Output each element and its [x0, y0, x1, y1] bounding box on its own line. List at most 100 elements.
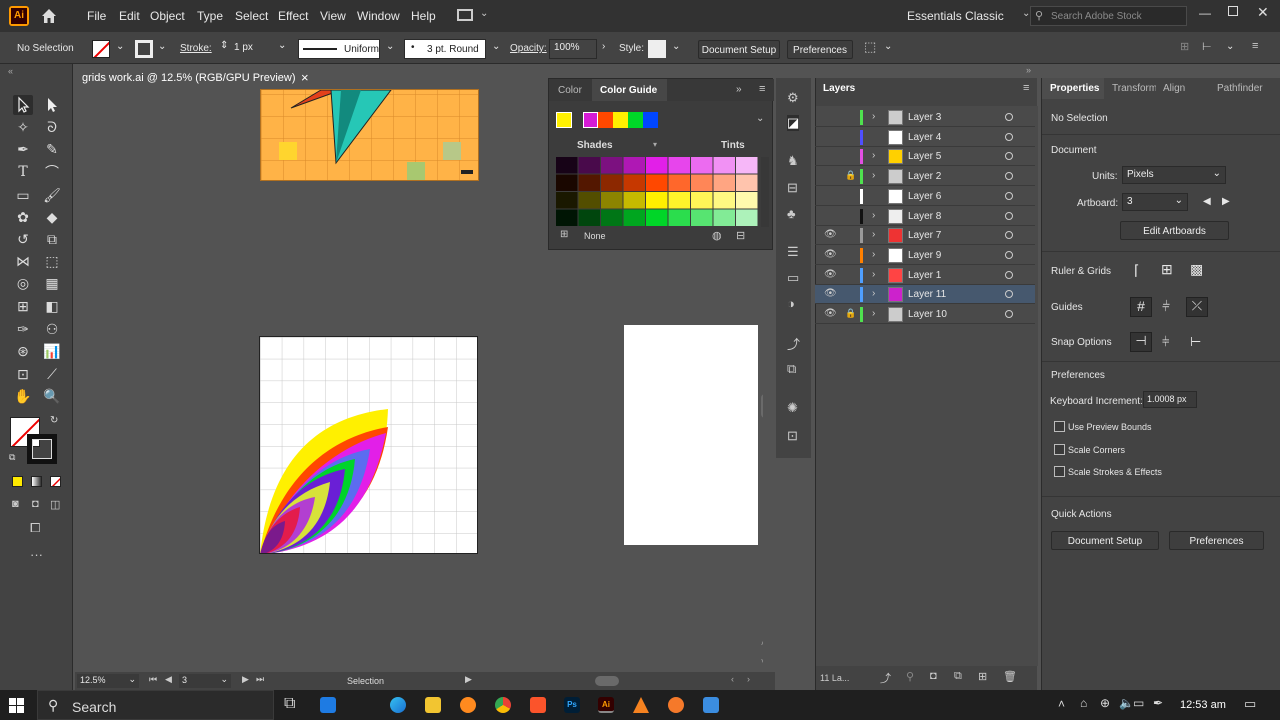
workspace-switcher[interactable]: Essentials Classic	[907, 9, 1004, 23]
line-tool-icon[interactable]: ⌒	[42, 162, 62, 182]
layer-row[interactable]: Layer 6	[815, 187, 1035, 206]
variation-swatch[interactable]	[601, 157, 623, 174]
artboard-orange-grid[interactable]	[260, 89, 479, 181]
keyboard-increment-field[interactable]: 1.0008 px	[1143, 391, 1197, 408]
target-circle-icon[interactable]	[1005, 231, 1013, 240]
libraries-icon[interactable]: ⊟	[787, 180, 798, 196]
close-tab-icon[interactable]: ×	[301, 70, 309, 85]
chevron-down-icon[interactable]: ⌄	[386, 41, 394, 52]
vlc-icon[interactable]	[633, 697, 649, 713]
document-setup-button-2[interactable]: Document Setup	[1051, 531, 1159, 550]
target-circle-icon[interactable]	[1005, 250, 1013, 259]
color-mode-button[interactable]	[12, 476, 23, 487]
column-graph-tool-icon[interactable]: 📊	[42, 341, 62, 361]
artboard-blank[interactable]	[624, 325, 758, 545]
last-artboard-icon[interactable]: ⏭	[256, 674, 264, 685]
transparency-icon[interactable]: ◑	[787, 296, 795, 311]
vertical-scrollbar-thumb[interactable]	[761, 394, 763, 418]
expand-chevron-icon[interactable]: ›	[872, 111, 875, 122]
draw-behind-icon[interactable]: ◘	[32, 498, 39, 510]
expand-chevron-icon[interactable]: ›	[872, 170, 875, 181]
edit-colors-icon[interactable]: ◍	[712, 229, 722, 242]
variation-swatch[interactable]	[578, 209, 601, 227]
hand-tool-icon[interactable]: ✋	[13, 386, 33, 406]
brave-icon[interactable]	[530, 697, 546, 713]
clock[interactable]: 12:53 am	[1180, 699, 1226, 711]
close-button[interactable]: ✕	[1257, 4, 1269, 21]
show-guides-button[interactable]: #	[1130, 297, 1152, 317]
home-icon[interactable]	[40, 7, 58, 25]
prev-artboard-icon[interactable]: ◀	[165, 674, 172, 685]
chevron-down-icon[interactable]: ⌄	[1226, 41, 1234, 52]
gradient-tool-icon[interactable]: ◧	[42, 296, 62, 316]
artboard-nav-field[interactable]: 3 ⌄	[179, 674, 231, 688]
status-menu-icon[interactable]: ▶	[465, 674, 472, 685]
panel-menu-icon[interactable]: ≡	[1252, 40, 1258, 52]
scroll-right-icon[interactable]: ›	[747, 674, 750, 684]
expand-chevron-icon[interactable]: ›	[872, 229, 875, 240]
direct-selection-tool-icon[interactable]	[42, 95, 62, 115]
width-tool-icon[interactable]: ⋈	[13, 251, 33, 271]
variation-swatch[interactable]	[668, 174, 691, 192]
chevron-down-icon[interactable]: ⌄	[158, 41, 166, 52]
free-transform-tool-icon[interactable]: ⬚	[42, 251, 62, 271]
swap-fill-stroke-icon[interactable]: ↻	[50, 415, 58, 426]
none-label[interactable]: None	[584, 231, 606, 241]
collapse-arrows-icon[interactable]: «	[8, 66, 13, 76]
arrange-documents-icon[interactable]	[457, 9, 473, 21]
variation-swatch[interactable]	[556, 209, 578, 227]
snap-glyph-icon[interactable]: ⊢	[1190, 334, 1201, 350]
layer-row[interactable]: 👁 › Layer 9	[815, 246, 1035, 265]
preferences-button[interactable]: Preferences	[787, 40, 853, 59]
variation-swatch[interactable]	[578, 174, 601, 192]
perspective-grid-tool-icon[interactable]: ▦	[42, 273, 62, 293]
stroke-weight-field[interactable]: ⇕ 1 px ⌄	[218, 39, 290, 58]
zoom-tool-icon[interactable]: 🔍	[42, 386, 62, 406]
previous-artboard-icon[interactable]: ◀	[1203, 196, 1211, 207]
tab-align[interactable]: Align	[1163, 83, 1185, 94]
battery-icon[interactable]: ▭	[1133, 696, 1144, 710]
variation-swatch[interactable]	[736, 174, 758, 192]
variation-swatch[interactable]	[646, 157, 668, 174]
grid-icon[interactable]: ⊞	[560, 229, 568, 240]
symbol-sprayer-tool-icon[interactable]: ⊛	[13, 341, 33, 361]
zoom-field[interactable]: 12.5% ⌄	[77, 674, 139, 688]
expand-chevron-icon[interactable]: ›	[872, 269, 875, 280]
new-layer-icon[interactable]: ⊞	[978, 670, 987, 683]
lock-icon[interactable]: 🔒	[845, 170, 856, 181]
default-fill-stroke-icon[interactable]: ⧉	[9, 452, 15, 463]
snap-pixel-icon[interactable]: ⫩	[1162, 334, 1169, 350]
brushes-icon[interactable]: ♣	[787, 206, 796, 221]
widgets-icon[interactable]	[320, 697, 336, 713]
edit-artboards-button[interactable]: Edit Artboards	[1120, 221, 1229, 240]
magic-wand-tool-icon[interactable]: ✧	[13, 117, 33, 137]
export-icon[interactable]: ⤴	[787, 334, 800, 353]
collect-export-icon[interactable]: ⤴	[880, 670, 891, 686]
layer-row[interactable]: 👁 › Layer 11	[815, 285, 1035, 305]
menu-effect[interactable]: Effect	[278, 9, 308, 23]
save-group-icon[interactable]: ⊟	[736, 229, 745, 242]
expand-chevron-icon[interactable]: ›	[872, 210, 875, 221]
clipping-mask-icon[interactable]: ◘	[930, 670, 937, 682]
chevron-down-icon[interactable]: ⌄	[672, 41, 680, 52]
layers-panel-title[interactable]: Layers	[823, 83, 855, 94]
use-preview-bounds-checkbox[interactable]	[1054, 421, 1065, 432]
stroke-panel-icon[interactable]: ☰	[787, 244, 799, 260]
scale-strokes-checkbox[interactable]	[1054, 466, 1065, 477]
tab-color[interactable]: Color	[558, 85, 582, 96]
variation-swatch[interactable]	[623, 209, 646, 227]
pen-icon[interactable]: ✒	[1153, 696, 1163, 710]
chrome-icon[interactable]	[495, 697, 511, 713]
target-circle-icon[interactable]	[1005, 211, 1013, 220]
search-stock-field[interactable]: ⚲ Search Adobe Stock	[1030, 6, 1187, 26]
maximize-button[interactable]	[1228, 6, 1238, 16]
eraser-tool-icon[interactable]: ◆	[42, 207, 62, 227]
target-circle-icon[interactable]	[1005, 290, 1013, 299]
photos-icon[interactable]	[703, 697, 719, 713]
color-theme-icon[interactable]: ✺	[787, 400, 798, 416]
type-tool-icon[interactable]: T	[13, 162, 33, 182]
variation-swatch[interactable]	[601, 209, 623, 227]
appearance-icon[interactable]: ⚙	[787, 90, 799, 106]
expand-chevron-icon[interactable]: ›	[872, 150, 875, 161]
variation-swatch[interactable]	[668, 192, 691, 209]
